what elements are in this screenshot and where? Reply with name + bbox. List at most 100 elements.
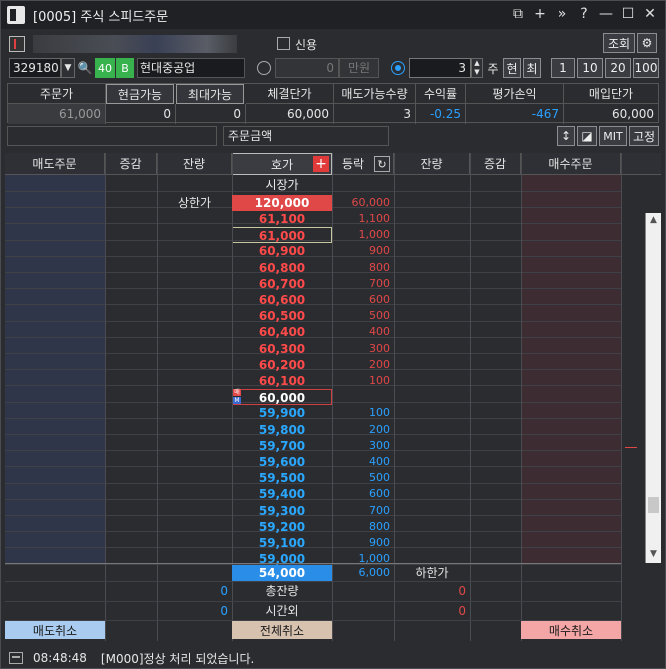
bid-price[interactable]: 59,100 — [232, 535, 332, 551]
maximize-icon[interactable]: ☐ — [619, 4, 637, 24]
summary-header[interactable]: 현금가능 — [106, 84, 174, 104]
ask-price[interactable]: 60,800 — [232, 260, 332, 276]
fill-price-value: 60,000 — [246, 104, 334, 124]
bid-price[interactable]: 59,700 — [232, 438, 332, 454]
bid-change: 100 — [369, 406, 390, 419]
stock-code-input[interactable]: 329180 — [9, 58, 61, 78]
bid-price[interactable]: 59,200 — [232, 519, 332, 535]
mit-button[interactable]: MIT — [599, 126, 627, 146]
search-icon[interactable]: 🔍 — [77, 58, 93, 78]
bid-change: 300 — [369, 439, 390, 452]
fixed-button[interactable]: 고정 — [629, 126, 659, 146]
order-price-value: 61,000 — [8, 104, 106, 124]
quantity-stepper[interactable]: ▲ ▼ — [471, 58, 483, 78]
ask-price[interactable]: 60,600 — [232, 292, 332, 308]
after-hours-label: 시간외 — [265, 604, 299, 618]
return-rate-value: -0.25 — [416, 104, 466, 124]
bid-price[interactable]: 59,900 — [232, 405, 332, 421]
minimize-icon[interactable]: — — [597, 4, 615, 24]
lower-limit-price[interactable]: 54,000 — [232, 565, 332, 581]
ask-price[interactable]: 61,000 — [232, 227, 332, 243]
cancel-buy-button[interactable]: 매수취소 — [521, 621, 621, 639]
credit-label: 신용 — [295, 38, 318, 52]
header-sell-remain: 잔량 — [157, 153, 232, 175]
ask-price[interactable]: 60,300 — [232, 341, 332, 357]
total-remain-label: 총잔량 — [265, 584, 299, 598]
scroll-up-icon[interactable]: ▲ — [648, 215, 659, 227]
upper-limit-change: 60,000 — [351, 196, 391, 209]
current-qty-button[interactable]: 현 — [503, 58, 521, 78]
query-button[interactable]: 조회 — [603, 33, 635, 53]
header-price[interactable]: 호가 + — [232, 153, 332, 175]
settings-gear-icon[interactable]: ⚙ — [637, 33, 657, 53]
upper-limit-price[interactable]: 120,000 — [232, 195, 332, 211]
chevron-down-icon[interactable]: ▼ — [61, 58, 75, 78]
ask-price[interactable]: 60,200 — [232, 357, 332, 373]
chart-icon[interactable]: ◪ — [577, 126, 597, 146]
type-badge: B — [116, 58, 134, 78]
scroll-thumb[interactable] — [648, 497, 659, 513]
title-bar: [0005] 주식 스피드주문 ⧉ + » ? — ☐ ✕ — [1, 1, 665, 29]
status-time: 08:48:48 — [33, 651, 87, 665]
cancel-all-button[interactable]: 전체취소 — [232, 621, 332, 639]
amount-radio[interactable] — [257, 61, 271, 75]
scrollbar[interactable]: ▲ ▼ — [645, 213, 661, 563]
current-marker-top: 매 — [233, 389, 241, 396]
bid-price[interactable]: 59,500 — [232, 470, 332, 486]
ask-change: 900 — [369, 244, 390, 257]
pnl-value: -467 — [466, 104, 564, 124]
bid-price[interactable]: 59,300 — [232, 503, 332, 519]
bid-price[interactable]: 59,800 — [232, 422, 332, 438]
cancel-sell-button[interactable]: 매도취소 — [5, 621, 105, 639]
quantity-radio[interactable] — [391, 61, 405, 75]
ask-price[interactable]: 61,100 — [232, 211, 332, 227]
ask-price[interactable]: 60,400 — [232, 324, 332, 340]
expand-icon[interactable]: » — [553, 4, 571, 24]
amount-unit: 만원 — [339, 58, 379, 78]
link-window-icon[interactable]: ⧉ — [509, 4, 527, 24]
summary-header: 매도가능수량 — [334, 84, 416, 104]
qty-preset-100[interactable]: 100 — [633, 58, 659, 78]
account-selector[interactable] — [33, 35, 237, 53]
current-price[interactable]: 60,000 — [232, 389, 332, 405]
ask-price[interactable]: 60,500 — [232, 308, 332, 324]
scroll-down-icon[interactable]: ▼ — [648, 549, 659, 561]
add-icon[interactable]: + — [531, 4, 549, 24]
ask-price[interactable]: 60,700 — [232, 276, 332, 292]
sellable-qty-value: 3 — [334, 104, 416, 124]
help-icon[interactable]: ? — [575, 4, 593, 24]
ask-change: 100 — [369, 374, 390, 387]
after-hours-bid: 0 — [458, 604, 466, 618]
avg-buy-price-value: 60,000 — [612, 107, 654, 121]
amount-input[interactable]: 0 — [275, 58, 339, 78]
ask-change: 400 — [369, 325, 390, 338]
market-price-label[interactable]: 시장가 — [232, 177, 332, 193]
ask-price[interactable]: 60,900 — [232, 243, 332, 259]
close-icon[interactable]: ✕ — [641, 4, 659, 24]
account-icon[interactable] — [9, 36, 25, 52]
ask-price[interactable]: 60,100 — [232, 373, 332, 389]
ask-change: 800 — [369, 261, 390, 274]
qty-unit-label: 주 — [487, 61, 499, 76]
stock-name: 현대중공업 — [137, 58, 245, 78]
after-hours-ask: 0 — [220, 604, 228, 618]
summary-header: 주문가 — [8, 84, 106, 104]
refresh-icon[interactable]: ↻ — [374, 156, 390, 172]
qty-preset-20[interactable]: 20 — [605, 58, 631, 78]
bid-price[interactable]: 59,600 — [232, 454, 332, 470]
quantity-input[interactable]: 3 — [409, 58, 471, 78]
ask-change: 300 — [369, 342, 390, 355]
qty-preset-10[interactable]: 10 — [577, 58, 603, 78]
bid-change: 500 — [369, 471, 390, 484]
credit-checkbox[interactable] — [277, 37, 290, 50]
window-id: [0005] — [33, 9, 77, 25]
summary-header[interactable]: 최대가능 — [176, 84, 244, 104]
position-summary: 주문가 현금가능 최대가능 체결단가 매도가능수량 수익률 평가손익 매입단가 … — [7, 83, 659, 124]
add-icon[interactable]: + — [313, 156, 329, 172]
qty-preset-1[interactable]: 1 — [551, 58, 575, 78]
summary-header: 수익률 — [416, 84, 466, 104]
sort-arrow-icon[interactable]: ↕ — [557, 126, 575, 146]
max-qty-button[interactable]: 최 — [523, 58, 541, 78]
lower-limit-change: 6,000 — [358, 566, 391, 579]
bid-price[interactable]: 59,400 — [232, 486, 332, 502]
